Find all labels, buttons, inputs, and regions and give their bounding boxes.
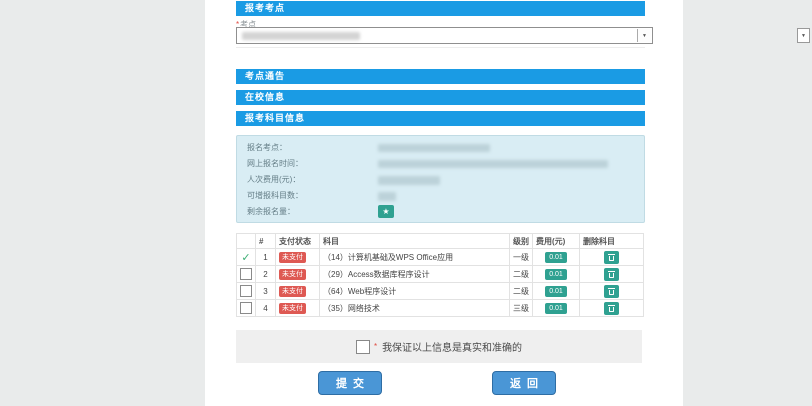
header-select [237,234,256,249]
fee-badge: 0.01 [545,269,567,280]
row-index: 4 [256,300,276,317]
required-mark: * [374,342,377,351]
header-index: # [256,234,276,249]
subject-name: （29）Access数据库程序设计 [320,266,510,283]
delete-subject-button[interactable] [604,302,619,315]
chevron-down-icon[interactable]: ▼ [637,29,651,42]
row-index: 3 [256,283,276,300]
back-button[interactable]: 返回 [492,371,556,395]
redacted-value [378,192,396,201]
section-header-exam-site: 报考考点 [236,1,645,16]
pay-status-badge: 未支付 [279,303,306,314]
subjects-table: # 支付状态 科目 级别 费用(元) 删除科目 ✓ 1 未支付 （14）计算机基… [236,233,644,317]
fee-badge: 0.01 [545,252,567,263]
trash-icon [608,304,615,312]
info-row-remaining-quota: 剩余报名量： ★ [247,205,637,219]
info-row-site: 报名考点： [247,141,637,155]
table-row: 3 未支付 （64）Web程序设计 二级 0.01 [237,283,644,300]
delete-subject-button[interactable] [604,285,619,298]
row-checkbox[interactable] [240,268,252,280]
row-index: 1 [256,249,276,266]
confirm-statement: 我保证以上信息是真实和准确的 [382,339,522,354]
accordion-school-info[interactable]: 在校信息 [236,90,645,105]
star-icon: ★ [382,207,389,216]
registration-info-panel: 报名考点： 网上报名时间： 人次费用(元)： 可增报科目数： 剩余报名量： ★ [236,135,645,223]
subject-level: 二级 [510,266,533,283]
subject-name: （14）计算机基础及WPS Office应用 [320,249,510,266]
pay-status-badge: 未支付 [279,269,306,280]
table-row: 2 未支付 （29）Access数据库程序设计 二级 0.01 [237,266,644,283]
fee-badge: 0.01 [545,286,567,297]
header-level: 级别 [510,234,533,249]
row-checkbox[interactable] [240,285,252,297]
header-subject: 科目 [320,234,510,249]
table-row: 4 未支付 （35）网络技术 三级 0.01 [237,300,644,317]
floating-dropdown-arrow[interactable]: ▼ [797,28,810,43]
trash-icon [608,287,615,295]
table-row: ✓ 1 未支付 （14）计算机基础及WPS Office应用 一级 0.01 [237,249,644,266]
row-index: 2 [256,266,276,283]
pay-status-badge: 未支付 [279,286,306,297]
site-select[interactable]: ▼ [236,27,653,44]
subject-level: 二级 [510,283,533,300]
divider [236,47,645,48]
delete-subject-button[interactable] [604,268,619,281]
subject-name: （35）网络技术 [320,300,510,317]
header-fee: 费用(元) [533,234,580,249]
subject-level: 一级 [510,249,533,266]
selected-check-icon: ✓ [241,252,250,264]
accordion-site-notice[interactable]: 考点通告 [236,69,645,84]
confirm-section: * 我保证以上信息是真实和准确的 [236,330,642,363]
info-row-fee: 人次费用(元)： [247,173,637,187]
info-row-extra-subjects: 可增报科目数： [247,189,637,203]
redacted-site-value [242,32,360,40]
view-quota-button[interactable]: ★ [378,205,394,218]
info-row-time: 网上报名时间： [247,157,637,171]
submit-button[interactable]: 提交 [318,371,382,395]
header-delete: 删除科目 [580,234,644,249]
subject-level: 三级 [510,300,533,317]
delete-subject-button[interactable] [604,251,619,264]
fee-badge: 0.01 [545,303,567,314]
accordion-subject-info[interactable]: 报考科目信息 [236,111,645,126]
redacted-value [378,160,608,168]
pay-status-badge: 未支付 [279,252,306,263]
row-checkbox[interactable] [240,302,252,314]
table-header-row: # 支付状态 科目 级别 费用(元) 删除科目 [237,234,644,249]
confirm-checkbox[interactable] [356,340,370,354]
page: 报考考点 *考点 ▼ 考点通告 在校信息 报考科目信息 报名考点： 网上报名时间… [0,0,812,406]
trash-icon [608,253,615,261]
subject-name: （64）Web程序设计 [320,283,510,300]
header-pay-status: 支付状态 [276,234,320,249]
redacted-value [378,176,440,185]
redacted-value [378,144,490,152]
trash-icon [608,270,615,278]
